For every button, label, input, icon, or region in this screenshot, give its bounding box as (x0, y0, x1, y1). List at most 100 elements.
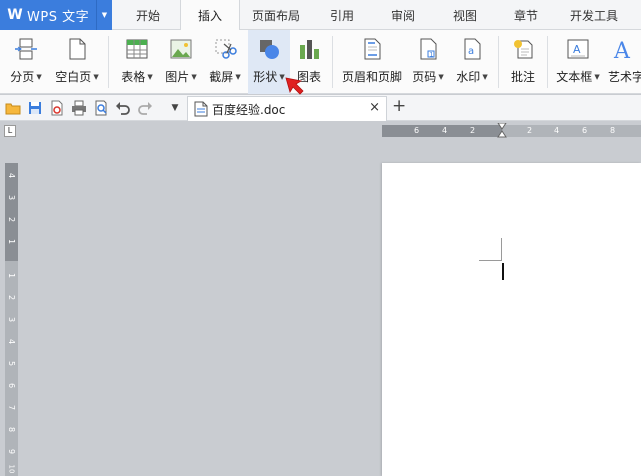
page-number-button[interactable]: 1 页码 ▼ (407, 30, 449, 94)
art-text-button[interactable]: A 艺术字 (608, 30, 641, 94)
bar-chart-icon (295, 35, 323, 63)
ruler-number: 4 (7, 338, 16, 345)
text-box-label: 文本框 (556, 70, 593, 84)
header-footer-button[interactable]: 页眉和页脚 (338, 30, 406, 94)
margin-corner-mark (479, 260, 502, 261)
watermark-dropdown-icon: ▼ (482, 73, 488, 81)
horizontal-ruler[interactable]: 6 4 2 2 4 6 8 (382, 123, 641, 139)
svg-text:1: 1 (430, 52, 434, 59)
tab-references[interactable]: 引用 (314, 0, 370, 30)
screenshot-label: 截屏 (209, 70, 234, 84)
svg-text:a: a (468, 46, 474, 57)
ribbon-separator (108, 36, 109, 88)
ruler-number: 4 (554, 126, 560, 135)
page-number-icon: 1 (414, 35, 442, 63)
ruler-number: 8 (610, 126, 616, 135)
blank-page-button[interactable]: 空白页 ▼ (51, 30, 103, 94)
blank-page-label: 空白页 (55, 70, 92, 84)
tab-insert[interactable]: 插入 (180, 0, 240, 31)
page-number-label: 页码 (412, 70, 437, 84)
shape-label: 形状 (253, 70, 278, 84)
menu-bar: W WPS 文字 ▼ 开始 插入 页面布局 引用 审阅 视图 章节 开发工具 (0, 0, 641, 31)
ribbon-separator (547, 36, 548, 88)
page-break-icon (12, 35, 40, 63)
save-icon[interactable] (26, 99, 44, 117)
tab-start[interactable]: 开始 (120, 0, 176, 30)
ruler-number: 7 (7, 404, 16, 411)
ruler-number: 6 (414, 126, 420, 135)
ruler-number: 3 (7, 194, 16, 201)
table-dropdown-icon: ▼ (147, 73, 153, 81)
ruler-number: 5 (7, 360, 16, 367)
watermark-icon: a (458, 35, 486, 63)
ruler-number: 2 (7, 294, 16, 301)
svg-text:A: A (613, 39, 631, 61)
table-label: 表格 (121, 70, 146, 84)
indent-marker-icon[interactable] (497, 123, 507, 139)
text-box-button[interactable]: A 文本框 ▼ (552, 30, 604, 94)
picture-icon (167, 35, 195, 63)
tab-developer[interactable]: 开发工具 (562, 0, 626, 30)
print-icon[interactable] (70, 99, 88, 117)
screenshot-button[interactable]: 截屏 ▼ (204, 30, 246, 94)
ruler-number: 6 (582, 126, 588, 135)
screenshot-dropdown-icon: ▼ (235, 73, 241, 81)
ruler-number: 1 (7, 238, 16, 245)
art-text-icon: A (608, 35, 636, 63)
app-caret-icon[interactable]: ▼ (96, 0, 112, 30)
close-tab-icon[interactable]: × (369, 100, 380, 115)
ruler-number: 2 (7, 216, 16, 223)
svg-text:A: A (573, 43, 581, 56)
comment-button[interactable]: 批注 (504, 30, 542, 94)
ruler-number: 8 (7, 426, 16, 433)
ruler-number: 3 (7, 316, 16, 323)
picture-button[interactable]: 图片 ▼ (160, 30, 202, 94)
ruler-number: 4 (7, 172, 16, 179)
header-footer-label: 页眉和页脚 (341, 70, 402, 84)
tab-page-layout[interactable]: 页面布局 (244, 0, 308, 30)
watermark-button[interactable]: a 水印 ▼ (451, 30, 493, 94)
ruler-text-area (502, 125, 641, 137)
text-box-icon: A (564, 35, 592, 63)
print-preview-icon[interactable] (92, 99, 110, 117)
scissors-icon (211, 35, 239, 63)
tab-view[interactable]: 视图 (437, 0, 493, 30)
page-break-button[interactable]: 分页 ▼ (4, 30, 48, 94)
document-tab-name: 百度经验.doc (212, 102, 286, 117)
ruler-number: 9 (7, 448, 16, 455)
redo-icon[interactable] (136, 99, 154, 117)
page-break-dropdown-icon: ▼ (36, 73, 42, 81)
add-tab-button[interactable]: + (392, 96, 406, 116)
export-pdf-icon[interactable] (48, 99, 66, 117)
ruler-number: 4 (442, 126, 448, 135)
quick-access-bar: ▼ 百度经验.doc × + (0, 95, 641, 121)
vertical-ruler[interactable]: 4 3 2 1 1 2 3 4 5 6 7 8 9 10 (5, 163, 18, 476)
ruler-number: 1 (7, 272, 16, 279)
art-text-label: 艺术字 (608, 70, 641, 84)
ribbon-separator (332, 36, 333, 88)
ruler-number: 6 (7, 382, 16, 389)
shape-icon (255, 35, 283, 63)
wps-logo-icon: W (7, 7, 23, 23)
comment-label: 批注 (510, 70, 535, 84)
page-number-dropdown-icon: ▼ (438, 73, 444, 81)
margin-corner-mark (501, 238, 502, 261)
page-break-label: 分页 (10, 70, 35, 84)
watermark-label: 水印 (456, 70, 481, 84)
customize-dropdown-icon[interactable]: ▼ (166, 99, 184, 117)
app-name: WPS 文字 (27, 9, 90, 25)
app-menu-button[interactable]: W WPS 文字 ▼ (0, 0, 112, 30)
document-page[interactable] (382, 163, 641, 476)
picture-dropdown-icon: ▼ (191, 73, 197, 81)
pointer-arrow-icon (285, 77, 304, 95)
tab-chapter[interactable]: 章节 (498, 0, 554, 30)
blank-page-dropdown-icon: ▼ (93, 73, 99, 81)
ruler-number: 2 (527, 126, 533, 135)
undo-icon[interactable] (114, 99, 132, 117)
comment-icon (509, 35, 537, 63)
table-button[interactable]: 表格 ▼ (116, 30, 158, 94)
ruler-tab-selector[interactable]: L (4, 125, 16, 137)
open-folder-icon[interactable] (4, 99, 22, 117)
tab-review[interactable]: 审阅 (375, 0, 431, 30)
ribbon-insert: 分页 ▼ 空白页 ▼ 表格 ▼ 图片 ▼ 截屏 ▼ 形状 ▼ 图表 页眉和页脚 … (0, 30, 641, 94)
